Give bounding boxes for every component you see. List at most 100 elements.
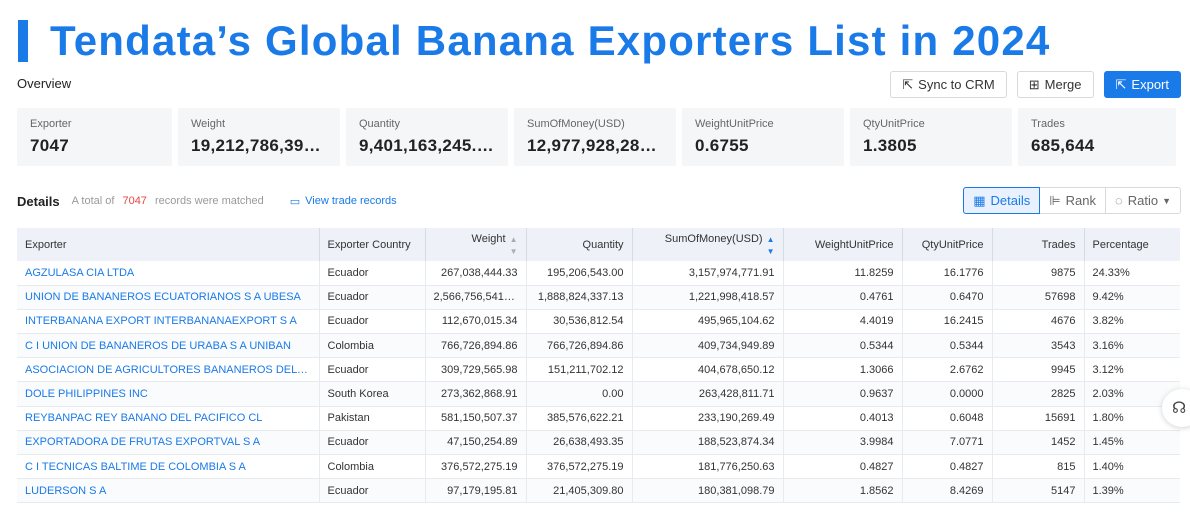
hero-banner: Tendata’s Global Banana Exporters List i… — [18, 16, 1051, 66]
tab-details[interactable]: ▦ Details — [963, 187, 1041, 214]
cell-country: Ecuador — [319, 430, 426, 456]
cell-percentage: 3.16% — [1084, 333, 1180, 359]
cell-weight-unit-price: 0.5344 — [783, 333, 903, 359]
table-row: ASOCIACION DE AGRICULTORES BANANEROS DEL… — [17, 357, 1180, 383]
cell-qty-unit-price: 16.1776 — [902, 261, 993, 286]
card-weight-unit-price: WeightUnitPrice 0.6755 — [682, 108, 844, 166]
merge-button[interactable]: ⊞ Merge — [1016, 71, 1094, 98]
cell-trades: 9945 — [992, 357, 1085, 383]
view-toggle: ▦ Details ⊫ Rank ◌ Ratio ▼ — [963, 187, 1181, 214]
cell-weight: 309,729,565.98 — [425, 357, 527, 383]
cell-quantity: 21,405,309.80 — [526, 478, 633, 504]
cell-trades: 4676 — [992, 309, 1085, 335]
col-quantity[interactable]: Quantity — [526, 228, 633, 261]
table-row: AGZULASA CIA LTDA Ecuador 267,038,444.33 19… — [17, 261, 1180, 286]
table-row: LUDERSON S A Ecuador 97,179,195.81 21,405,3… — [17, 478, 1180, 504]
card-value: 0.6755 — [695, 136, 749, 155]
table-row: C I TECNICAS BALTIME DE COLOMBIA S A Colo… — [17, 454, 1180, 480]
cell-exporter[interactable]: LUDERSON S A — [17, 478, 320, 504]
col-sum-of-money[interactable]: SumOfMoney(USD) ▲ ▼ — [632, 228, 784, 261]
cell-qty-unit-price: 7.0771 — [902, 430, 993, 456]
cell-country: Ecuador — [319, 309, 426, 335]
cell-weight: 97,179,195.81 — [425, 478, 527, 504]
card-quantity: Quantity 9,401,163,245.66 — [346, 108, 508, 166]
cell-exporter[interactable]: UNION DE BANANEROS ECUATORIANOS S A UBES… — [17, 285, 320, 310]
cell-percentage: 1.40% — [1084, 454, 1180, 480]
col-exporter[interactable]: Exporter — [17, 228, 320, 261]
cell-exporter[interactable]: AGZULASA CIA LTDA — [17, 261, 320, 286]
card-label: Trades — [1031, 118, 1065, 130]
tab-rank[interactable]: ⊫ Rank — [1040, 188, 1106, 213]
cell-weight-unit-price: 3.9984 — [783, 430, 903, 456]
cell-weight-unit-price: 0.4761 — [783, 285, 903, 310]
card-qty-unit-price: QtyUnitPrice 1.3805 — [850, 108, 1012, 166]
cell-exporter[interactable]: C I UNION DE BANANEROS DE URABA S A UNIB… — [17, 333, 320, 359]
cell-weight: 2,566,756,541.98 — [425, 285, 527, 310]
total-suffix: records were matched — [154, 195, 264, 207]
cell-sum-of-money: 188,523,874.34 — [632, 430, 784, 456]
cell-quantity: 1,888,824,337.13 — [526, 285, 633, 310]
tab-ratio[interactable]: ◌ Ratio ▼ — [1106, 188, 1180, 213]
export-button[interactable]: ⇱ Export — [1103, 71, 1181, 98]
sort-icon[interactable]: ▲ ▼ — [767, 235, 775, 256]
cell-exporter[interactable]: REYBANPAC REY BANANO DEL PACIFICO CL — [17, 406, 320, 431]
summary-cards: Exporter 7047 Weight 19,212,786,395.... … — [17, 108, 1176, 166]
cell-exporter[interactable]: C I TECNICAS BALTIME DE COLOMBIA S A — [17, 454, 320, 480]
cell-trades: 9875 — [992, 261, 1085, 286]
cell-exporter[interactable]: EXPORTADORA DE FRUTAS EXPORTVAL S A — [17, 430, 320, 456]
top-actions: ⇱ Sync to CRM ⊞ Merge ⇱ Export — [890, 71, 1181, 98]
table-row: UNION DE BANANEROS ECUATORIANOS S A UBES… — [17, 285, 1180, 310]
col-qty-unit-price[interactable]: QtyUnitPrice — [902, 228, 993, 261]
cell-sum-of-money: 233,190,269.49 — [632, 406, 784, 431]
rank-icon: ⊫ — [1049, 192, 1061, 208]
col-weight[interactable]: Weight ▲ ▼ — [425, 228, 527, 261]
cell-quantity: 376,572,275.19 — [526, 454, 633, 480]
card-label: WeightUnitPrice — [695, 118, 774, 130]
cell-qty-unit-price: 0.4827 — [902, 454, 993, 480]
sort-icon[interactable]: ▲ ▼ — [510, 235, 518, 256]
details-toolbar: Details A total of 7047 records were match… — [17, 187, 1181, 215]
card-sum-of-money: SumOfMoney(USD) 12,977,928,289.... — [514, 108, 676, 166]
cell-trades: 815 — [992, 454, 1085, 480]
card-value: 685,644 — [1031, 136, 1095, 155]
cell-trades: 57698 — [992, 285, 1085, 310]
col-percentage[interactable]: Percentage — [1084, 228, 1180, 261]
cell-sum-of-money: 180,381,098.79 — [632, 478, 784, 504]
cell-exporter[interactable]: ASOCIACION DE AGRICULTORES BANANEROS DEL… — [17, 357, 320, 383]
col-weight-unit-price[interactable]: WeightUnitPrice — [783, 228, 903, 261]
cell-weight-unit-price: 0.4827 — [783, 454, 903, 480]
total-count: 7047 — [122, 195, 147, 207]
col-trades[interactable]: Trades — [992, 228, 1085, 261]
hero-title: Tendata’s Global Banana Exporters List i… — [50, 17, 1051, 64]
cell-country: Colombia — [319, 454, 426, 480]
overview-label: Overview — [17, 76, 72, 91]
table-row: INTERBANANA EXPORT INTERBANANAEXPORT S A… — [17, 309, 1180, 335]
sync-to-crm-button[interactable]: ⇱ Sync to CRM — [890, 71, 1007, 98]
cell-weight: 766,726,894.86 — [425, 333, 527, 359]
cell-exporter[interactable]: INTERBANANA EXPORT INTERBANANAEXPORT S A — [17, 309, 320, 335]
cell-qty-unit-price: 8.4269 — [902, 478, 993, 504]
cell-trades: 2825 — [992, 381, 1085, 407]
cell-country: Ecuador — [319, 357, 426, 383]
cell-weight: 112,670,015.34 — [425, 309, 527, 335]
tab-ratio-label: Ratio — [1127, 193, 1159, 208]
cell-weight: 376,572,275.19 — [425, 454, 527, 480]
card-weight: Weight 19,212,786,395.... — [178, 108, 340, 166]
tab-details-label: Details — [990, 193, 1031, 208]
cell-weight: 47,150,254.89 — [425, 430, 527, 456]
view-trade-records-link[interactable]: ▭ View trade records — [290, 195, 397, 208]
cell-sum-of-money: 3,157,974,771.91 — [632, 261, 784, 286]
cell-weight: 581,150,507.37 — [425, 406, 527, 431]
cell-country: Ecuador — [319, 261, 426, 286]
cell-sum-of-money: 495,965,104.62 — [632, 309, 784, 335]
cell-qty-unit-price: 0.6470 — [902, 285, 993, 310]
col-exporter-country[interactable]: Exporter Country — [319, 228, 426, 261]
cell-qty-unit-price: 0.0000 — [902, 381, 993, 407]
cell-quantity: 385,576,622.21 — [526, 406, 633, 431]
cell-exporter[interactable]: DOLE PHILIPPINES INC — [17, 381, 320, 407]
cell-trades: 3543 — [992, 333, 1085, 359]
cell-trades: 15691 — [992, 406, 1085, 431]
cell-quantity: 195,206,543.00 — [526, 261, 633, 286]
total-records: A total of 7047 records were matched — [72, 195, 264, 207]
cell-quantity: 26,638,493.35 — [526, 430, 633, 456]
